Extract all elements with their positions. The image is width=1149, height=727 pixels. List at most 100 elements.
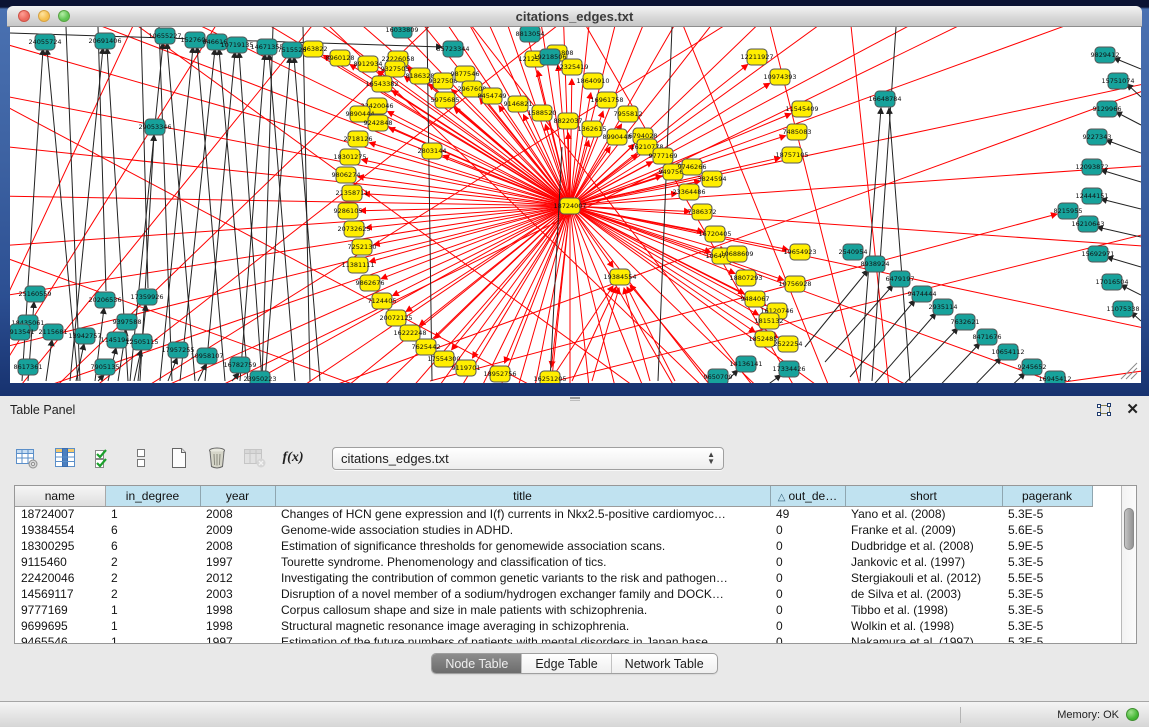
paper-node[interactable]: 9286105	[334, 203, 363, 219]
paper-node[interactable]: 7386372	[688, 204, 717, 220]
paper-node[interactable]: 9877546	[451, 66, 480, 82]
cited-node[interactable]: 10655227	[148, 28, 181, 44]
cell-name[interactable]: 9115460	[15, 554, 105, 570]
cell-short[interactable]: Jankovic et al. (1997)	[845, 554, 1002, 570]
paper-node[interactable]: 7485083	[783, 124, 812, 140]
paper-node[interactable]: 7124405	[368, 293, 397, 309]
reference-edge[interactable]	[167, 43, 195, 381]
cell-in_degree[interactable]: 1	[105, 506, 200, 522]
cell-out_de[interactable]: 0	[770, 586, 845, 602]
cell-out_de[interactable]: 0	[770, 522, 845, 538]
reference-edge[interactable]	[962, 373, 1025, 383]
cited-node[interactable]: 7632621	[951, 314, 980, 330]
paper-node[interactable]: 16251205	[533, 371, 566, 383]
close-window-button[interactable]	[18, 10, 30, 22]
paper-node[interactable]: 7252130	[348, 239, 377, 255]
canvas-resize-grip[interactable]	[1121, 363, 1137, 379]
reference-edge[interactable]	[890, 328, 958, 383]
column-header-in_degree[interactable]: in_degree	[105, 486, 200, 506]
cell-year[interactable]: 2008	[200, 538, 275, 554]
cell-out_de[interactable]: 0	[770, 618, 845, 634]
cited-node[interactable]: 16945412	[1038, 371, 1071, 383]
cell-short[interactable]: Franke et al. (2009)	[845, 522, 1002, 538]
reference-edge[interactable]	[1101, 199, 1141, 209]
cell-in_degree[interactable]: 1	[105, 618, 200, 634]
cell-title[interactable]: Investigating the contribution of common…	[275, 570, 770, 586]
cell-short[interactable]: Nakamura et al. (1997)	[845, 634, 1002, 643]
reference-edge[interactable]	[1106, 140, 1141, 153]
reference-edge[interactable]	[107, 48, 128, 381]
cell-short[interactable]: Stergiakouli et al. (2012)	[845, 570, 1002, 586]
cited-node[interactable]: 8813054	[516, 27, 545, 42]
paper-node[interactable]: 8912934	[354, 56, 383, 72]
paper-node[interactable]: 2803144	[418, 143, 447, 159]
reference-edge[interactable]	[303, 27, 310, 381]
cell-title[interactable]: Tourette syndrome. Phenomenology and cla…	[275, 554, 770, 570]
cited-node[interactable]: 8471676	[973, 329, 1002, 345]
paper-node[interactable]: 8960128	[326, 50, 355, 66]
reference-edge[interactable]	[294, 57, 320, 381]
cited-node[interactable]: 9397588	[113, 314, 142, 330]
paper-node[interactable]: 11545409	[785, 101, 818, 117]
paper-node[interactable]: 12211927	[740, 49, 773, 65]
reference-edge[interactable]	[1097, 227, 1141, 237]
citation-edge[interactable]	[570, 27, 1141, 206]
table-row[interactable]: 969969511998Structural magnetic resonanc…	[15, 618, 1092, 634]
paper-node[interactable]: 18952756	[483, 366, 516, 382]
tab-network-table[interactable]: Network Table	[611, 654, 717, 673]
cell-pagerank[interactable]: 5.3E-5	[1002, 634, 1092, 643]
cited-node[interactable]: 2935114	[929, 299, 958, 315]
table-row[interactable]: 1938455462009Genome-wide association stu…	[15, 522, 1092, 538]
clear-selection-icon[interactable]	[128, 445, 154, 471]
cell-title[interactable]: Disruption of a novel member of a sodium…	[275, 586, 770, 602]
paper-node[interactable]: 8454749	[478, 88, 507, 104]
cited-node[interactable]: 35723344	[436, 41, 469, 57]
table-mode-icon[interactable]	[14, 445, 40, 471]
citation-edge[interactable]	[732, 27, 910, 383]
function-builder-icon[interactable]: f(x)	[280, 445, 306, 471]
cell-year[interactable]: 1997	[200, 634, 275, 643]
citation-edge[interactable]	[505, 206, 570, 363]
reference-edge[interactable]	[1121, 285, 1141, 295]
paper-node[interactable]: 9806274	[332, 167, 361, 183]
panel-splitter-handle[interactable]	[570, 397, 580, 401]
cell-name[interactable]: 9777169	[15, 602, 105, 618]
cell-in_degree[interactable]: 1	[105, 602, 200, 618]
reference-edge[interactable]	[141, 27, 148, 288]
paper-node[interactable]: 7955812	[614, 106, 643, 122]
cited-node[interactable]: 10654112	[991, 344, 1024, 360]
table-row[interactable]: 946554611997Estimation of the future num…	[15, 634, 1092, 643]
table-vertical-scrollbar[interactable]	[1121, 486, 1136, 643]
cell-out_de[interactable]: 0	[770, 570, 845, 586]
reference-edge[interactable]	[160, 47, 193, 381]
cell-name[interactable]: 18300295	[15, 538, 105, 554]
cited-node[interactable]: 2540954	[839, 244, 868, 260]
cited-node[interactable]: 8215955	[1054, 203, 1083, 219]
cited-node[interactable]: 7905135	[91, 359, 120, 375]
cell-year[interactable]: 1997	[200, 554, 275, 570]
cited-node[interactable]: 14136141	[729, 356, 762, 372]
cell-short[interactable]: Tibbo et al. (1998)	[845, 602, 1002, 618]
paper-node[interactable]: 10756928	[778, 276, 811, 292]
column-header-pagerank[interactable]: pagerank	[1002, 486, 1092, 506]
column-header-out_de[interactable]: △out_de…	[770, 486, 845, 506]
cell-out_de[interactable]: 49	[770, 506, 845, 522]
tab-edge-table[interactable]: Edge Table	[521, 654, 610, 673]
cell-name[interactable]: 18724007	[15, 506, 105, 522]
table-row[interactable]: 1830029562008Estimation of significance …	[15, 538, 1092, 554]
cell-short[interactable]: Dudbridge et al. (2008)	[845, 538, 1002, 554]
scrollbar-thumb[interactable]	[1124, 508, 1134, 550]
reference-edge[interactable]	[269, 54, 295, 381]
column-header-short[interactable]: short	[845, 486, 1002, 506]
cell-title[interactable]: Genome-wide association studies in ADHD.	[275, 522, 770, 538]
cell-pagerank[interactable]: 5.6E-5	[1002, 522, 1092, 538]
cell-year[interactable]: 1998	[200, 618, 275, 634]
reference-edge[interactable]	[870, 313, 936, 383]
reference-edge[interactable]	[938, 358, 1001, 383]
reference-edge[interactable]	[872, 27, 896, 381]
paper-node[interactable]: 10974393	[763, 69, 796, 85]
table-row[interactable]: 2242004622012Investigating the contribut…	[15, 570, 1092, 586]
minimize-window-button[interactable]	[38, 10, 50, 22]
delete-table-icon[interactable]	[242, 445, 268, 471]
window-titlebar[interactable]: citations_edges.txt	[7, 6, 1142, 27]
